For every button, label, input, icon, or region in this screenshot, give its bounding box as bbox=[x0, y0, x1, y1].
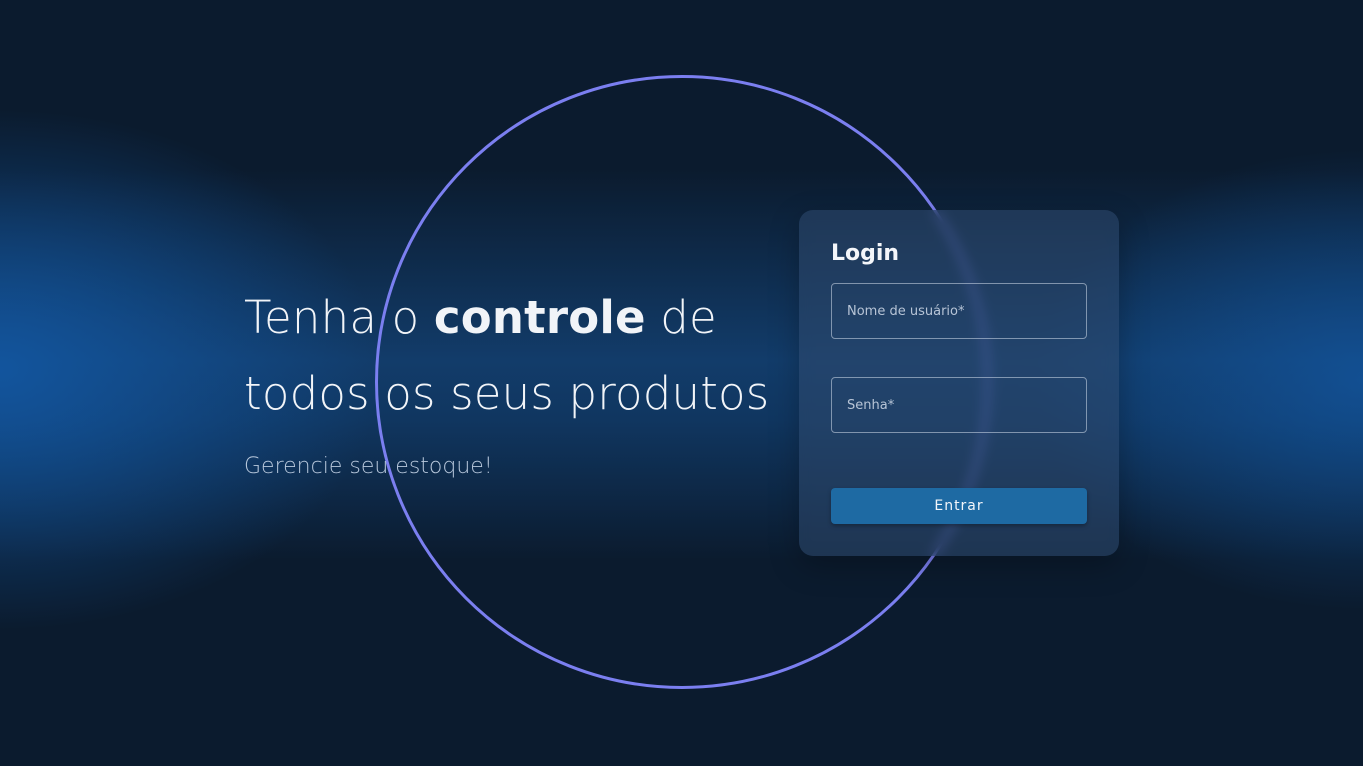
hero-headline-emphasis: controle bbox=[433, 291, 646, 344]
password-input[interactable] bbox=[831, 377, 1087, 433]
login-card: Login Entrar bbox=[799, 210, 1119, 556]
hero-subtitle: Gerencie seu estoque! bbox=[244, 454, 493, 479]
hero-headline-post: de bbox=[645, 291, 717, 344]
hero-headline-pre: Tenha o bbox=[244, 291, 434, 344]
login-submit-button[interactable]: Entrar bbox=[831, 488, 1087, 524]
login-title: Login bbox=[831, 241, 900, 266]
hero-section: Tenha o controle de todos os seus produt… bbox=[244, 280, 784, 479]
hero-headline-line-2: todos os seus produtos bbox=[244, 367, 770, 420]
hero-headline-line-1: Tenha o controle de bbox=[244, 280, 784, 356]
username-input[interactable] bbox=[831, 283, 1087, 339]
